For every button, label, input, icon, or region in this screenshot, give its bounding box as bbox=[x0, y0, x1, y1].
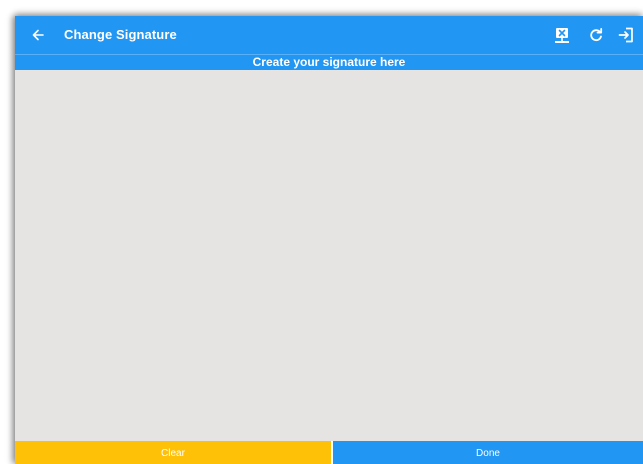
clear-button[interactable]: Clear bbox=[15, 441, 331, 464]
done-button[interactable]: Done bbox=[333, 441, 643, 464]
signature-banner: Create your signature here bbox=[15, 54, 643, 70]
app-bar: Change Signature bbox=[15, 16, 643, 54]
action-bar: Clear Done bbox=[15, 441, 643, 464]
page-title: Change Signature bbox=[64, 27, 177, 42]
logout-button[interactable] bbox=[615, 24, 637, 46]
arrow-left-icon bbox=[32, 29, 44, 41]
signature-canvas[interactable] bbox=[15, 70, 643, 441]
clear-signature-button[interactable] bbox=[551, 24, 573, 46]
app-window: Change Signature Create your signature h… bbox=[15, 16, 643, 464]
logout-icon bbox=[618, 27, 633, 43]
refresh-button[interactable] bbox=[585, 24, 607, 46]
refresh-icon bbox=[590, 28, 603, 42]
back-button[interactable] bbox=[27, 24, 49, 46]
clear-signature-icon bbox=[555, 27, 569, 43]
